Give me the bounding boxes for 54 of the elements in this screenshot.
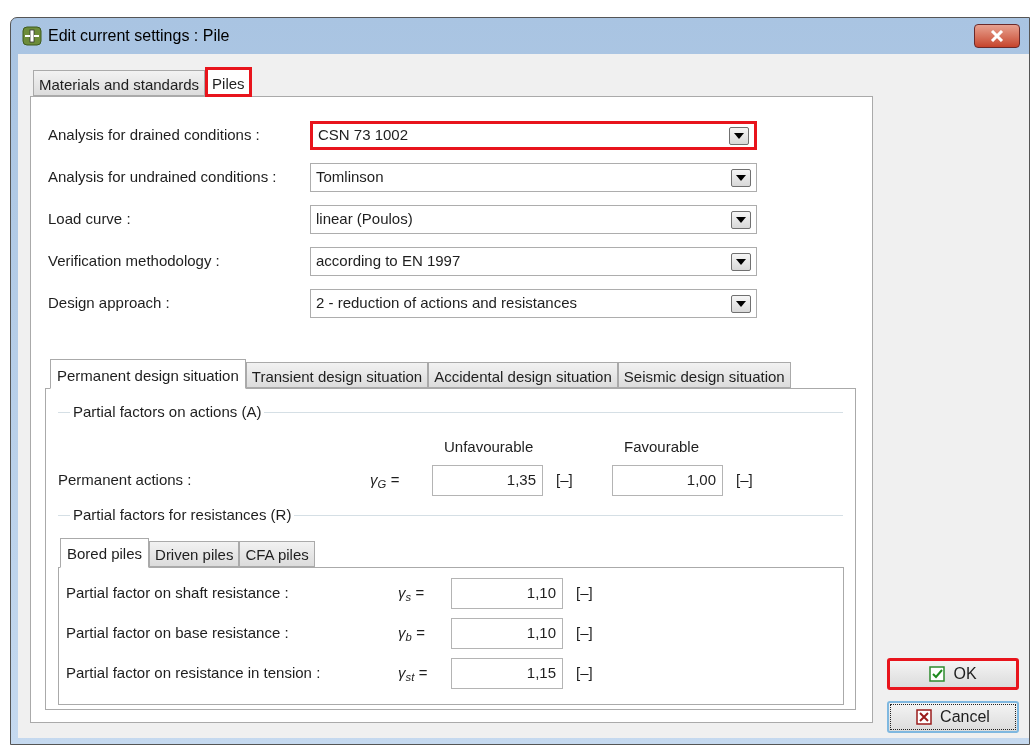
field-label: Partial factor on resistance in tension :	[66, 662, 322, 683]
field-label: Verification methodology :	[48, 251, 221, 272]
cross-icon	[916, 709, 933, 725]
tab[interactable]: Materials and standards	[33, 70, 206, 96]
column-heading: Unfavourable	[444, 436, 535, 457]
value-field[interactable]: 1,10	[451, 577, 563, 609]
close-button[interactable]	[974, 24, 1020, 48]
unit-label: [–]	[576, 582, 593, 603]
app-icon	[22, 26, 42, 46]
dropdown-value: 2 - reduction of actions and resistances	[316, 293, 577, 314]
dropdown[interactable]: according to EN 1997	[310, 247, 757, 276]
check-icon	[929, 666, 946, 682]
group-title: Partial factors for resistances (R)	[72, 505, 293, 525]
tab[interactable]: Piles	[205, 67, 252, 97]
factor-symbol: γ$_{s}$ =	[398, 582, 426, 605]
field-label: Partial factor on shaft resistance :	[66, 582, 290, 603]
ok-button[interactable]: OK	[887, 658, 1019, 690]
value-field[interactable]: 1,10	[451, 617, 563, 649]
factor-symbol: γ$_{G}$ =	[370, 470, 401, 492]
cancel-button[interactable]: Cancel	[887, 701, 1019, 733]
field-label: Permanent actions :	[58, 470, 193, 491]
unit-label: [–]	[556, 470, 574, 491]
unit-label: [–]	[576, 622, 593, 643]
dropdown-value: Tomlinson	[316, 167, 384, 188]
field-label: Design approach :	[48, 293, 171, 314]
tab[interactable]: Bored piles	[60, 537, 150, 568]
window-title: Edit current settings : Pile	[48, 26, 230, 46]
dropdown[interactable]: Tomlinson	[310, 163, 757, 192]
value-field[interactable]: 1,15	[451, 657, 563, 689]
tab[interactable]: Transient design situation	[245, 362, 429, 388]
dropdown[interactable]: CSN 73 1002	[310, 121, 757, 150]
group-title: Partial factors on actions (A)	[72, 402, 263, 422]
tab[interactable]: Driven piles	[149, 540, 240, 567]
tab[interactable]: CFA piles	[239, 540, 315, 567]
dropdown-value: CSN 73 1002	[318, 125, 409, 146]
field-label: Analysis for drained conditions :	[48, 125, 261, 146]
field-label: Load curve :	[48, 209, 132, 230]
factor-symbol: γ$_{st}$ =	[398, 662, 429, 685]
value-field[interactable]: 1,35	[432, 465, 543, 496]
factor-symbol: γ$_{b}$ =	[398, 622, 426, 645]
tab[interactable]: Permanent design situation	[50, 359, 246, 389]
value-field[interactable]: 1,00	[612, 465, 723, 496]
column-heading: Favourable	[624, 436, 700, 457]
field-label: Analysis for undrained conditions :	[48, 167, 278, 188]
dropdown-value: linear (Poulos)	[316, 209, 413, 230]
field-label: Partial factor on base resistance :	[66, 622, 290, 643]
tab[interactable]: Accidental design situation	[428, 362, 618, 388]
unit-label: [–]	[736, 470, 754, 491]
dropdown-value: according to EN 1997	[316, 251, 461, 272]
tab[interactable]: Seismic design situation	[617, 362, 791, 388]
dropdown[interactable]: 2 - reduction of actions and resistances	[310, 289, 757, 318]
close-icon	[989, 30, 1005, 42]
dropdown[interactable]: linear (Poulos)	[310, 205, 757, 234]
unit-label: [–]	[576, 662, 593, 683]
